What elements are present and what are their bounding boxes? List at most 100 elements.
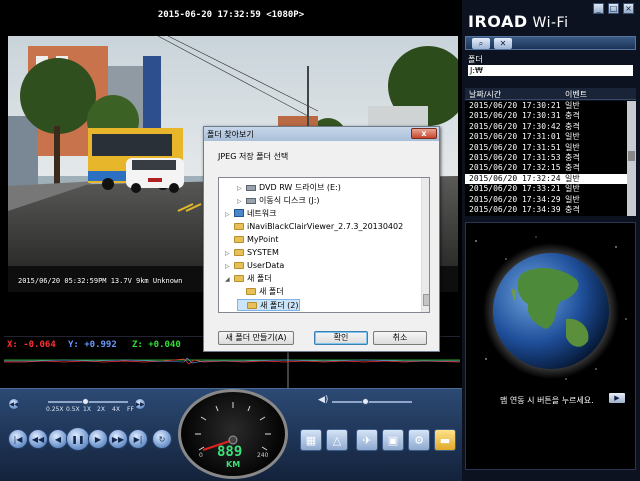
folder-icon	[234, 262, 244, 269]
file-list-row[interactable]: 2015/06/20 17:31:51 일반	[465, 143, 627, 154]
file-list-header: 날짜/시간 이벤트	[465, 88, 636, 100]
minimize-icon[interactable]: _	[593, 3, 604, 14]
volume-knob[interactable]	[362, 398, 369, 405]
playback-speed-knob[interactable]	[82, 398, 89, 405]
file-datetime: 2015/06/20 17:34:29	[469, 194, 561, 204]
folder-icon	[247, 302, 257, 309]
file-event: 일반	[565, 184, 580, 194]
folder-tree-node[interactable]: MyPoint	[225, 234, 279, 246]
file-datetime: 2015/06/20 17:33:21	[469, 184, 561, 194]
logo-main: IROAD	[468, 12, 528, 31]
file-list-row[interactable]: 2015/06/20 17:32:15 충격	[465, 163, 627, 174]
maximize-icon[interactable]: □	[608, 3, 619, 14]
satellite-icon[interactable]: ✈	[356, 429, 378, 451]
speed-label-2: 2X	[97, 406, 105, 413]
save-icon[interactable]: ▣	[382, 429, 404, 451]
expand-arrow-icon[interactable]: ◢	[225, 274, 234, 286]
search-icon[interactable]: ⌕	[472, 38, 490, 49]
file-list-row[interactable]: 2015/06/20 17:31:53 충격	[465, 153, 627, 164]
speed-label-05: 0.5X	[66, 406, 80, 413]
folder-label: 폴더	[468, 55, 483, 64]
close-icon[interactable]: ×	[623, 3, 634, 14]
folder-tree-node[interactable]: 새 폴더	[237, 286, 284, 298]
speedo-min-label: 0	[199, 452, 203, 459]
rewind-icon[interactable]: ◀◀	[28, 429, 48, 449]
folder-tree-scrollbar[interactable]	[421, 178, 429, 312]
file-list-row[interactable]: 2015/06/20 17:30:21 일반	[465, 101, 627, 112]
file-list-row[interactable]: 2015/06/20 17:33:21 일반	[465, 184, 627, 195]
folder-tree-node[interactable]: 새 폴더 (2)	[237, 299, 300, 311]
expand-arrow-icon[interactable]: ▷	[237, 183, 246, 195]
file-list-row[interactable]: 2015/06/20 17:34:39 충격	[465, 205, 627, 216]
volume-icon[interactable]: ◀)	[318, 395, 328, 405]
folder-tree-node[interactable]: iNaviBlackClairViewer_2.7.3_20130402	[225, 221, 403, 233]
settings-icon[interactable]: ⚙	[408, 429, 430, 451]
gsensor-y-label: Y: +0.992	[68, 340, 117, 350]
play-icon[interactable]: ▶	[88, 429, 108, 449]
connect-icon[interactable]: ✕	[494, 38, 512, 49]
file-datetime: 2015/06/20 17:31:51	[469, 142, 561, 152]
folder-tree-scroll-thumb[interactable]	[423, 294, 429, 306]
fast-forward-icon[interactable]: ▶▶	[108, 429, 128, 449]
ok-button[interactable]: 확인	[314, 331, 368, 345]
file-list-scrollbar[interactable]	[627, 101, 636, 216]
folder-tree-node[interactable]: ▷ 이동식 디스크 (J:)	[237, 195, 320, 207]
speed-label-ff: FF	[127, 406, 134, 413]
gsensor-x-label: X: -0.064	[7, 340, 56, 350]
dialog-close-button[interactable]: x	[411, 128, 437, 139]
file-list-row[interactable]: 2015/06/20 17:32:24 일반	[465, 173, 627, 185]
col-datetime[interactable]: 날짜/시간	[469, 89, 501, 100]
gsensor-z-label: Z: +0.040	[132, 340, 181, 350]
new-folder-button[interactable]: 새 폴더 만들기(A)	[218, 331, 294, 345]
film-icon[interactable]: ▦	[300, 429, 322, 451]
file-list-row[interactable]: 2015/06/20 17:31:01 일반	[465, 132, 627, 143]
repeat-icon[interactable]: ↻	[152, 429, 172, 449]
volume-slider[interactable]	[332, 401, 412, 403]
last-icon[interactable]: ▶|	[128, 429, 148, 449]
folder-icon	[234, 236, 244, 243]
map-play-button[interactable]: ▶	[609, 393, 625, 403]
dialog-titlebar[interactable]: 폴더 찾아보기 x	[204, 127, 439, 141]
expand-arrow-icon[interactable]: ▷	[225, 248, 234, 260]
file-toolbar: ⌕ ✕	[465, 36, 636, 50]
dialog-prompt: JPEG 저장 폴더 선택	[218, 152, 289, 161]
file-list-scroll-thumb[interactable]	[628, 151, 635, 161]
file-datetime: 2015/06/20 17:32:24	[469, 173, 561, 183]
expand-arrow-icon[interactable]: ▷	[225, 209, 234, 221]
folder-tree-label: SYSTEM	[247, 248, 279, 257]
folder-tree-node[interactable]: ▷ SYSTEM	[225, 247, 279, 259]
logo-wifi: Wi-Fi	[527, 15, 569, 31]
folder-tree-node[interactable]: ▷ UserData	[225, 260, 284, 272]
file-list-row[interactable]: 2015/06/20 17:30:42 충격	[465, 122, 627, 133]
speed-label-1: 1X	[83, 406, 91, 413]
folder-tree-node[interactable]: ▷ DVD RW 드라이브 (E:)	[237, 182, 341, 194]
folder-path-field[interactable]: J:₩	[468, 65, 633, 76]
folder-icon	[234, 249, 244, 256]
expand-arrow-icon[interactable]: ▷	[237, 196, 246, 208]
map-panel: 맵 연동 시 버튼을 누르세요. ▶	[465, 222, 636, 470]
folder-tree-label: UserData	[247, 261, 285, 270]
folder-tree-node[interactable]: ◢ 새 폴더	[225, 273, 272, 285]
file-event: 일반	[565, 173, 580, 183]
pause-icon[interactable]: ❚❚	[66, 427, 90, 451]
folder-icon	[234, 223, 244, 230]
expand-arrow-icon[interactable]: ▷	[225, 261, 234, 273]
file-datetime: 2015/06/20 17:31:53	[469, 153, 561, 162]
globe-icon	[475, 236, 627, 380]
file-event: 충격	[565, 111, 580, 121]
col-event[interactable]: 이벤트	[565, 89, 587, 100]
snapshot-icon[interactable]: △	[326, 429, 348, 451]
speedometer: 0 240 889 KM	[178, 389, 288, 479]
speedo-value: 889	[217, 444, 243, 460]
prev-speed-icon[interactable]: ◀◀	[8, 398, 20, 410]
folder-tree-node[interactable]: ▷ 네트워크	[225, 208, 276, 220]
cancel-button[interactable]: 취소	[373, 331, 427, 345]
next-speed-icon[interactable]: ▶▶	[134, 398, 146, 410]
file-list-row[interactable]: 2015/06/20 17:30:31 충격	[465, 111, 627, 122]
file-list-row[interactable]: 2015/06/20 17:34:29 일반	[465, 195, 627, 206]
network-icon	[234, 209, 244, 217]
folder-icon[interactable]: ▬	[434, 429, 456, 451]
step-back-icon[interactable]: ◀	[48, 429, 68, 449]
first-icon[interactable]: |◀	[8, 429, 28, 449]
file-event: 일반	[565, 142, 580, 152]
